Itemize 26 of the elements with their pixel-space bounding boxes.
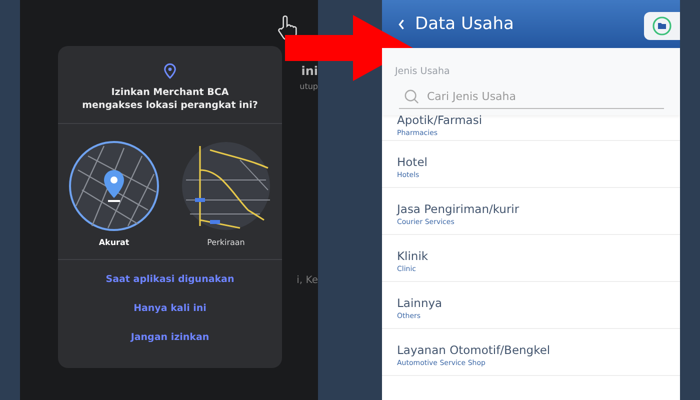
item-name: Apotik/Farmasi: [397, 113, 484, 127]
background-text: utup: [300, 82, 318, 91]
background-text: ini: [301, 64, 318, 78]
item-name: Layanan Otomotif/Bengkel: [397, 343, 552, 357]
map-drawing[interactable]: [180, 140, 272, 232]
item-name: Lainnya: [397, 296, 444, 310]
dialog-button[interactable]: Saat aplikasi digunakan: [100, 270, 240, 289]
item-name: Jasa Pengiriman/kurir: [397, 202, 520, 216]
dialog-button[interactable]: Jangan izinkan: [124, 328, 216, 347]
option-label: Perkiraan: [207, 238, 245, 247]
background-text: i, Ke: [296, 275, 318, 286]
chevron-left-icon: [398, 18, 405, 30]
option-label: Akurat: [98, 238, 130, 247]
folder-button[interactable]: [644, 12, 680, 40]
search-field[interactable]: Cari Jenis Usaha: [427, 90, 660, 103]
item-name: Hotel: [397, 155, 428, 169]
page-title: Data Usaha: [415, 14, 515, 34]
item-name: Klinik: [397, 249, 430, 263]
section-label: Jenis Usaha: [395, 66, 451, 77]
dialog-title: Izinkan Merchant BCA mengakses lokasi perangkat ini?: [58, 86, 282, 124]
location-pin-icon: [164, 63, 176, 79]
folder-icon: [652, 16, 672, 36]
map-drawing[interactable]: [68, 140, 160, 232]
back-button[interactable]: [396, 16, 407, 32]
dialog-button[interactable]: Hanya kali ini: [128, 298, 212, 318]
search-icon: [404, 89, 419, 104]
